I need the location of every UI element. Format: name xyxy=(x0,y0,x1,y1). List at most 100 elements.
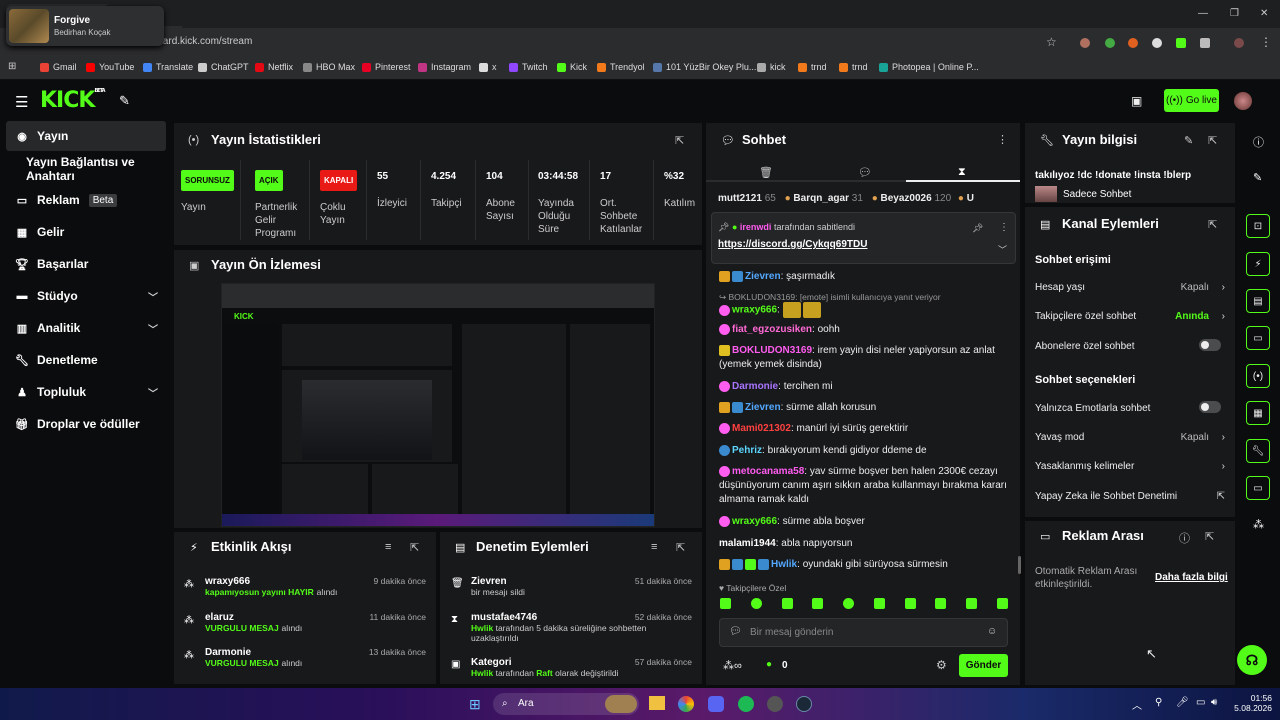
infinity-icon[interactable]: ⁂∞ xyxy=(723,659,742,672)
steam-icon[interactable] xyxy=(796,696,812,712)
edit-icon[interactable]: ✎ xyxy=(1253,171,1262,184)
extension-icon[interactable] xyxy=(1152,38,1162,48)
rail-button-document[interactable]: ▤ xyxy=(1246,289,1270,313)
file-explorer-icon[interactable] xyxy=(649,696,665,710)
extension-icon[interactable] xyxy=(1176,38,1186,48)
rail-button-list[interactable]: ▦ xyxy=(1246,401,1270,425)
hourglass-icon[interactable]: ⧗ xyxy=(958,166,966,179)
support-button[interactable]: ☊ xyxy=(1237,645,1267,675)
sidebar-item-stream-key[interactable]: Yayın Bağlantısı ve Anahtarı xyxy=(6,154,166,184)
rail-button-chat[interactable]: ▭ xyxy=(1246,326,1270,350)
bookmark-translate[interactable]: Translate xyxy=(143,62,193,72)
info-icon[interactable]: ⓘ xyxy=(1179,530,1190,546)
rail-button-ad[interactable]: ▭ xyxy=(1246,476,1270,500)
tray-chevron-icon[interactable]: ︿ xyxy=(1132,697,1142,712)
bookmark-twitch[interactable]: Twitch xyxy=(509,62,548,72)
sidebar-item-ads[interactable]: ▭ Reklam Beta xyxy=(6,185,166,215)
chrome-icon[interactable] xyxy=(678,696,694,712)
emoji-icon[interactable]: ☺ xyxy=(987,626,997,637)
pinned-link[interactable]: https://discord.gg/Cykqq69TDU xyxy=(718,239,867,250)
spotify-icon[interactable] xyxy=(738,696,754,712)
pinned-message[interactable] xyxy=(711,212,1016,264)
slow-mode-setting[interactable]: Yavaş mod Kapalı › xyxy=(1035,432,1225,443)
popout-icon[interactable]: ⇱ xyxy=(410,541,419,554)
preview-video[interactable]: KICK xyxy=(221,283,655,527)
bookmark-gmail[interactable]: Gmail xyxy=(40,62,77,72)
followers-only-setting[interactable]: Takipçilere özel sohbet Anında › xyxy=(1035,311,1225,322)
emote-icon[interactable] xyxy=(873,598,885,609)
taskbar-clock[interactable]: 01:56 5.08.2026 xyxy=(1232,693,1272,713)
bookmark-chatgpt[interactable]: ChatGPT xyxy=(198,62,249,72)
sidebar-item-community[interactable]: ♟ Topluluk ﹀ xyxy=(6,377,166,407)
learn-more-link[interactable]: Daha fazla bilgi xyxy=(1155,572,1228,583)
community-icon[interactable]: ⁂ xyxy=(1253,518,1264,531)
popout-icon[interactable]: ⇱ xyxy=(1208,134,1217,147)
popout-icon[interactable]: ⇱ xyxy=(1208,218,1217,231)
user-avatar[interactable] xyxy=(1234,92,1252,110)
bookmark-trnd[interactable]: trnd xyxy=(798,62,827,72)
bookmark-instagram[interactable]: Instagram xyxy=(418,62,471,72)
bookmark-folder-kick[interactable]: kick xyxy=(757,62,786,72)
bookmark-okey[interactable]: 101 YüzBir Okey Plu... xyxy=(653,62,756,72)
filter-icon[interactable]: ≡ xyxy=(385,541,391,553)
edit-icon[interactable]: ✎ xyxy=(1184,134,1193,147)
category-name[interactable]: Sadece Sohbet xyxy=(1063,189,1131,200)
apps-grid-icon[interactable]: ⊞ xyxy=(8,61,16,72)
chat-bubble-icon[interactable]: 💬︎ xyxy=(858,166,872,179)
bookmark-pinterest[interactable]: Pinterest xyxy=(362,62,411,72)
sidebar-item-moderation[interactable]: 🔧︎ Denetleme xyxy=(6,345,166,375)
more-options-icon[interactable]: ⋮ xyxy=(999,222,1009,233)
rail-button-wrench[interactable]: 🔧︎ xyxy=(1246,439,1270,463)
media-card[interactable]: Forgive Bedirhan Koçak xyxy=(6,6,164,46)
go-live-button[interactable]: ((•)) Go live xyxy=(1164,89,1219,112)
sidebar-item-drops[interactable]: 🎁︎ Droplar ve ödüller xyxy=(6,409,166,439)
emote-icon[interactable] xyxy=(996,598,1008,609)
emote-icon[interactable] xyxy=(843,598,855,609)
microphone-icon[interactable]: 🎤︎ xyxy=(1176,697,1189,708)
minimize-icon[interactable]: — xyxy=(1198,8,1208,19)
popout-icon[interactable]: ⇱ xyxy=(1205,530,1214,543)
window-close-icon[interactable]: ✕ xyxy=(1260,8,1268,19)
emote-icon[interactable] xyxy=(966,598,978,609)
emote-icon[interactable] xyxy=(750,598,762,609)
chat-scrollbar[interactable] xyxy=(1018,556,1021,574)
popout-icon[interactable]: ⇱ xyxy=(676,541,685,554)
pin-icon[interactable]: ✎ xyxy=(119,93,130,109)
extension-icon[interactable] xyxy=(1080,38,1090,48)
profile-avatar-icon[interactable] xyxy=(1234,38,1244,48)
sidebar-item-stream[interactable]: ◉ Yayın xyxy=(6,121,166,151)
info-icon[interactable]: ⓘ xyxy=(1253,134,1264,150)
bookmark-hbo[interactable]: HBO Max xyxy=(303,62,355,72)
bookmark-x[interactable]: x xyxy=(479,62,497,72)
filter-icon[interactable]: ≡ xyxy=(651,541,657,553)
unpin-icon[interactable]: 📌︎ xyxy=(972,223,983,234)
emote-only-toggle[interactable] xyxy=(1199,401,1221,413)
account-age-setting[interactable]: Hesap yaşı Kapalı › xyxy=(1035,282,1225,293)
emote-icon[interactable] xyxy=(720,598,731,609)
bookmark-kick[interactable]: Kick xyxy=(557,62,587,72)
rail-button-broadcast[interactable]: (•) xyxy=(1246,364,1270,388)
emote-icon[interactable] xyxy=(935,598,947,609)
ai-moderation-setting[interactable]: Yapay Zeka ile Sohbet Denetimi ⇱ xyxy=(1035,491,1225,502)
bookmark-trendyol[interactable]: Trendyol xyxy=(597,62,645,72)
url-field[interactable] xyxy=(100,4,1070,26)
gear-icon[interactable]: ⚙ xyxy=(936,658,947,672)
sidebar-item-studio[interactable]: ▬ Stüdyo ﹀ xyxy=(6,281,166,311)
bookmark-youtube[interactable]: YouTube xyxy=(86,62,134,72)
volume-icon[interactable]: 🔊︎ xyxy=(1211,697,1217,708)
rail-button-lightning[interactable]: ⚡︎ xyxy=(1246,252,1270,276)
rail-button-capture[interactable]: ⊡ xyxy=(1246,214,1270,238)
emote-icon[interactable] xyxy=(781,598,793,609)
sidebar-item-achievements[interactable]: 🏆︎ Başarılar xyxy=(6,249,166,279)
subscribers-only-toggle[interactable] xyxy=(1199,339,1221,351)
popout-icon[interactable]: ⇱ xyxy=(675,134,684,147)
send-button[interactable]: Gönder xyxy=(959,654,1008,677)
chevron-down-icon[interactable]: ﹀ xyxy=(998,243,1007,256)
network-icon[interactable]: ▭ xyxy=(1196,697,1205,708)
extension-icon[interactable] xyxy=(1105,38,1115,48)
sidebar-item-revenue[interactable]: ▦ Gelir xyxy=(6,217,166,247)
windows-start-icon[interactable]: ⊞ xyxy=(469,696,481,713)
more-options-icon[interactable]: ⋮ xyxy=(997,133,1008,146)
menu-hamburger-icon[interactable]: ☰ xyxy=(15,93,28,111)
bookmark-star-icon[interactable]: ☆ xyxy=(1046,35,1057,49)
